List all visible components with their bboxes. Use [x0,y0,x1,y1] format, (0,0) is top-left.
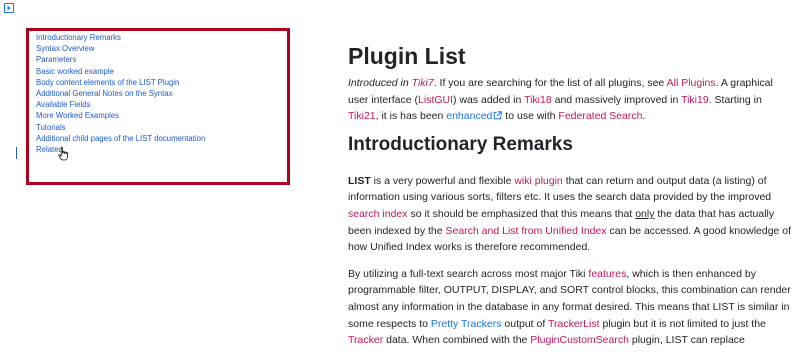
link-features[interactable]: features [588,268,626,280]
toc-item: Additional General Notes on the Syntax [36,88,205,99]
toc-link-syntax-overview[interactable]: Syntax Overview [36,44,95,53]
toc-item: Introductionary Remarks [36,32,205,43]
toc-link-parameters[interactable]: Parameters [36,55,76,64]
section-title-introductionary-remarks: Introductionary Remarks [348,133,573,155]
intro-paragraph: Introduced in Tiki7. If you are searchin… [348,77,773,123]
toc-link-body-content-elements[interactable]: Body content elements of the LIST Plugin [36,78,179,87]
toc-toggle-button[interactable] [4,3,14,13]
hand-cursor-icon [58,147,68,161]
link-tiki21[interactable]: Tiki21 [348,110,376,122]
page-title: Plugin List [348,43,466,69]
toc-active-marker [16,147,17,159]
link-federated-search[interactable]: Federated Search [558,110,642,122]
link-pretty-trackers[interactable]: Pretty Trackers [431,318,502,330]
remarks-paragraph-1: LIST is a very powerful and flexible wik… [348,174,792,254]
toc-item: Body content elements of the LIST Plugin [36,77,205,88]
toc-item: Syntax Overview [36,43,205,54]
link-listgui[interactable]: ListGUI [418,94,453,106]
toc-item: Tutorials [36,122,205,133]
toc-item: More Worked Examples [36,110,205,121]
remarks-paragraph-2: By utilizing a full-text search across m… [348,267,791,347]
toc-link-more-worked-examples[interactable]: More Worked Examples [36,111,119,120]
chevron-right-icon [7,5,11,11]
link-plugincustomsearch[interactable]: PluginCustomSearch [530,334,629,346]
table-of-contents: Introductionary Remarks Syntax Overview … [36,32,205,155]
toc-link-additional-general-notes[interactable]: Additional General Notes on the Syntax [36,89,173,98]
toc-item: Available Fields [36,99,205,110]
toc-link-available-fields[interactable]: Available Fields [36,100,90,109]
link-search-index[interactable]: search index [348,208,408,220]
main-content: Plugin List Introduced in Tiki7. If you … [348,42,794,349]
toc-link-basic-worked-example[interactable]: Basic worked example [36,67,114,76]
toc-item: Basic worked example [36,66,205,77]
toc-item: Additional child pages of the LIST docum… [36,133,205,144]
list-bold: LIST [348,174,371,187]
introduced-in-text: Introduced in [348,77,412,89]
toc-link-introductionary-remarks[interactable]: Introductionary Remarks [36,33,121,42]
link-tiki18[interactable]: Tiki18 [524,94,552,106]
toc-link-tutorials[interactable]: Tutorials [36,123,66,132]
toc-link-additional-child-pages[interactable]: Additional child pages of the LIST docum… [36,134,205,143]
only-underlined: only [635,207,655,220]
link-trackerlist[interactable]: TrackerList [548,318,600,330]
link-search-and-list-unified-index[interactable]: Search and List from Unified Index [446,225,607,237]
link-tiki7[interactable]: Tiki7 [412,77,434,89]
link-tiki19[interactable]: Tiki19 [681,94,709,106]
link-all-plugins[interactable]: All Plugins [667,77,716,89]
link-tracker[interactable]: Tracker [348,334,383,346]
toc-item: Parameters [36,54,205,65]
link-wiki-plugin[interactable]: wiki plugin [514,175,562,187]
link-enhanced[interactable]: enhanced [446,110,503,122]
